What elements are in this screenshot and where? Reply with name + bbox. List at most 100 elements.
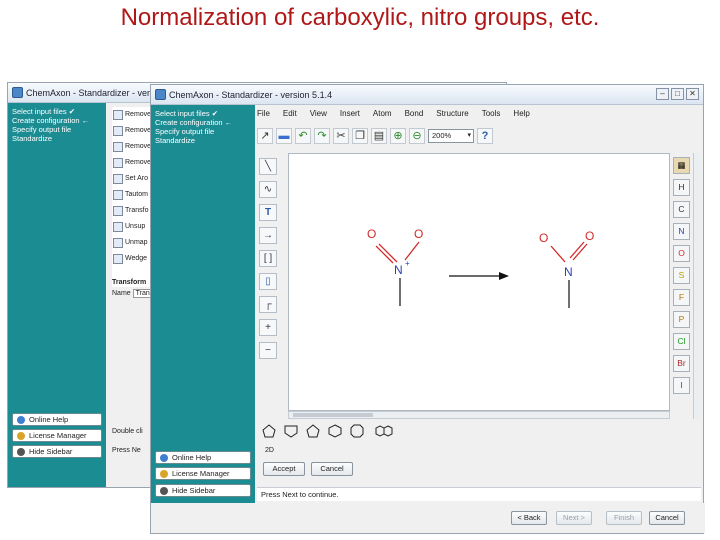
next-button[interactable]: Next >	[556, 511, 592, 525]
online-help-button[interactable]: Online Help	[155, 451, 251, 464]
hide-icon	[160, 487, 168, 495]
name-label: Name	[112, 290, 131, 297]
maximize-icon[interactable]: □	[671, 88, 684, 100]
online-help-label: Online Help	[172, 453, 212, 462]
element-cl[interactable]: Cl	[673, 333, 690, 350]
app-icon	[12, 87, 23, 98]
slide-title: Normalization of carboxylic, nitro group…	[120, 4, 600, 31]
element-f[interactable]: F	[673, 289, 690, 306]
zoom-select[interactable]: 200% ▾	[428, 129, 474, 143]
step-specify-output[interactable]: Specify output file	[155, 127, 232, 136]
naphthalene-icon[interactable]	[371, 423, 393, 439]
cancel-button[interactable]: Cancel	[311, 462, 353, 476]
action-label: Transfo	[125, 207, 149, 214]
close-icon[interactable]: ✕	[686, 88, 699, 100]
menubar: File Edit View Insert Atom Bond Structur…	[257, 109, 530, 123]
element-h[interactable]: H	[673, 179, 690, 196]
step-select-input[interactable]: Select input files ✔	[12, 107, 89, 116]
single-bond-icon[interactable]: ╲	[259, 158, 277, 175]
cut-icon[interactable]: ✂	[333, 128, 349, 144]
atom-charge: +	[405, 259, 410, 268]
element-p[interactable]: P	[673, 311, 690, 328]
back-steps: Select input files ✔ Create configuratio…	[12, 107, 89, 143]
copy-icon[interactable]: ❐	[352, 128, 368, 144]
unmap-icon	[113, 238, 123, 248]
horizontal-scrollbar[interactable]	[288, 411, 670, 419]
minimize-icon[interactable]: –	[656, 88, 669, 100]
hexagon-icon[interactable]	[327, 423, 343, 439]
tautomer-icon	[113, 190, 123, 200]
element-c[interactable]: C	[673, 201, 690, 218]
chain-icon[interactable]: ∿	[259, 181, 277, 198]
step-specify-output[interactable]: Specify output file	[12, 125, 89, 134]
step-select-input[interactable]: Select input files ✔	[155, 109, 232, 118]
back-button[interactable]: < Back	[511, 511, 547, 525]
menu-structure[interactable]: Structure	[436, 109, 468, 123]
action-label: Tautom	[125, 191, 148, 198]
help-icon	[17, 416, 25, 424]
action-label: Remove	[125, 159, 152, 166]
element-n[interactable]: N	[673, 223, 690, 240]
menu-edit[interactable]: Edit	[283, 109, 297, 123]
step-standardize[interactable]: Standardize	[155, 136, 232, 145]
menu-tools[interactable]: Tools	[482, 109, 501, 123]
back-hint: Double cli	[112, 428, 143, 435]
aromatize-icon	[113, 174, 123, 184]
navigation-bar: < Back Next > Finish Cancel	[151, 503, 705, 533]
key-icon	[17, 432, 25, 440]
menu-help[interactable]: Help	[513, 109, 529, 123]
action-label: Remove	[125, 111, 152, 118]
help-question-icon[interactable]: ?	[477, 128, 493, 144]
accept-button[interactable]: Accept	[263, 462, 305, 476]
front-window-title: ChemAxon - Standardizer - version 5.1.4	[169, 90, 333, 100]
corner-icon[interactable]: ┌	[259, 296, 277, 313]
rectangle-icon[interactable]: ▯	[259, 273, 277, 290]
paste-icon[interactable]: ▤	[371, 128, 387, 144]
step-create-config[interactable]: Create configuration ←	[12, 116, 89, 125]
hide-sidebar-button[interactable]: Hide Sidebar	[155, 484, 251, 497]
step-create-config[interactable]: Create configuration ←	[155, 118, 232, 127]
minus-charge-icon[interactable]: −	[259, 342, 277, 359]
pentagon-tail-icon[interactable]	[283, 423, 299, 439]
redo-icon[interactable]: ↷	[314, 128, 330, 144]
text-tool-icon[interactable]: T	[259, 204, 277, 221]
vertical-scrollbar[interactable]	[693, 153, 701, 419]
undo-icon[interactable]: ↶	[295, 128, 311, 144]
zoom-out-icon[interactable]: ⊖	[409, 128, 425, 144]
element-i[interactable]: I	[673, 377, 690, 394]
menu-bond[interactable]: Bond	[405, 109, 424, 123]
menu-atom[interactable]: Atom	[373, 109, 392, 123]
periodic-toolbar: ▦ H C N O S F P Cl Br I	[673, 157, 693, 399]
online-help-button[interactable]: Online Help	[12, 413, 102, 426]
cancel-wizard-button[interactable]: Cancel	[649, 511, 685, 525]
back-status: Press Ne	[112, 447, 141, 454]
periodic-table-icon[interactable]: ▦	[673, 157, 690, 174]
pentagon-ring-icon[interactable]	[305, 423, 321, 439]
element-o[interactable]: O	[673, 245, 690, 262]
zoom-in-icon[interactable]: ⊕	[390, 128, 406, 144]
license-manager-button[interactable]: License Manager	[12, 429, 102, 442]
hide-sidebar-label: Hide Sidebar	[172, 486, 216, 495]
remove-icon	[113, 158, 123, 168]
chevron-down-icon: ▾	[467, 132, 471, 139]
wedge-icon	[113, 254, 123, 264]
eraser-icon[interactable]: ▬	[276, 128, 292, 144]
license-manager-button[interactable]: License Manager	[155, 467, 251, 480]
back-sidebar: Select input files ✔ Create configuratio…	[8, 103, 106, 487]
octagon-icon[interactable]	[349, 423, 365, 439]
bracket-icon[interactable]: [ ]	[259, 250, 277, 267]
scroll-thumb[interactable]	[293, 413, 373, 417]
element-br[interactable]: Br	[673, 355, 690, 372]
pentagon-icon[interactable]	[261, 423, 277, 439]
drawing-canvas[interactable]: O O N + O O N	[288, 153, 670, 411]
menu-insert[interactable]: Insert	[340, 109, 360, 123]
reaction-arrow-icon[interactable]: →	[259, 227, 277, 244]
select-icon[interactable]: ↗	[257, 128, 273, 144]
menu-view[interactable]: View	[310, 109, 327, 123]
finish-button[interactable]: Finish	[606, 511, 642, 525]
element-s[interactable]: S	[673, 267, 690, 284]
menu-file[interactable]: File	[257, 109, 270, 123]
plus-charge-icon[interactable]: +	[259, 319, 277, 336]
hide-sidebar-button[interactable]: Hide Sidebar	[12, 445, 102, 458]
step-standardize[interactable]: Standardize	[12, 134, 89, 143]
